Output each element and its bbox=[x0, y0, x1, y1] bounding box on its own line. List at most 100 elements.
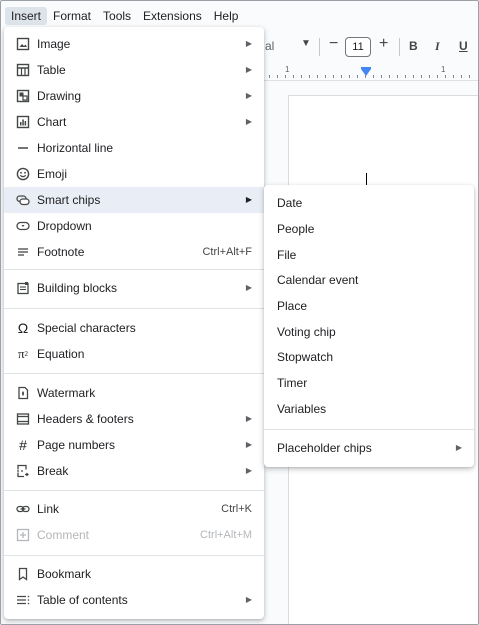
menu-help[interactable]: Help bbox=[208, 7, 245, 25]
menu-item-comment: Comment Ctrl+Alt+M bbox=[4, 522, 264, 548]
submenu-item-date[interactable]: Date bbox=[264, 190, 474, 216]
menu-item-label: Table of contents bbox=[37, 593, 128, 607]
menu-item-bookmark[interactable]: Bookmark bbox=[4, 561, 264, 587]
app-window: Insert Format Tools Extensions Help al ▼… bbox=[0, 0, 479, 625]
menu-item-special-characters[interactable]: Ω Special characters bbox=[4, 315, 264, 341]
ruler-tick bbox=[301, 75, 302, 78]
submenu-item-label: Timer bbox=[277, 376, 308, 390]
menu-item-label: Special characters bbox=[37, 321, 136, 335]
toolbar-divider bbox=[319, 38, 320, 56]
menu-item-page-numbers[interactable]: # Page numbers ▶ bbox=[4, 432, 264, 458]
menu-item-table-of-contents[interactable]: Table of contents ▶ bbox=[4, 587, 264, 613]
submenu-arrow-icon: ▶ bbox=[245, 440, 252, 449]
menu-item-watermark[interactable]: Watermark bbox=[4, 380, 264, 406]
menu-item-equation[interactable]: π2 Equation bbox=[4, 341, 264, 367]
ruler-label: 1 bbox=[441, 65, 446, 74]
omega-icon: Ω bbox=[17, 320, 29, 336]
submenu-item-label: Stopwatch bbox=[277, 350, 334, 364]
bookmark-icon bbox=[15, 566, 31, 582]
menu-item-label: Building blocks bbox=[37, 281, 118, 295]
menu-item-break[interactable]: Break ▶ bbox=[4, 458, 264, 484]
ruler-tick bbox=[397, 75, 398, 78]
menu-item-dropdown[interactable]: Dropdown bbox=[4, 213, 264, 239]
submenu-item-stopwatch[interactable]: Stopwatch bbox=[264, 344, 474, 370]
decrease-font-size-button[interactable]: − bbox=[329, 35, 338, 53]
submenu-item-label: Place bbox=[277, 299, 308, 313]
font-size-input[interactable]: 11 bbox=[345, 37, 371, 57]
menu-item-label: Table bbox=[37, 63, 66, 77]
ruler-tick bbox=[341, 75, 342, 78]
menu-item-emoji[interactable]: Emoji bbox=[4, 161, 264, 187]
submenu-arrow-icon: ▶ bbox=[245, 117, 252, 126]
submenu-item-people[interactable]: People bbox=[264, 216, 474, 242]
italic-button[interactable]: I bbox=[435, 39, 440, 54]
menu-separator bbox=[4, 555, 264, 556]
chevron-down-icon[interactable]: ▼ bbox=[301, 38, 311, 49]
menu-item-smart-chips[interactable]: Smart chips ▶ bbox=[4, 187, 264, 213]
break-icon bbox=[15, 463, 31, 479]
submenu-arrow-icon: ▶ bbox=[245, 195, 252, 204]
submenu-item-variables[interactable]: Variables bbox=[264, 396, 474, 422]
menu-insert[interactable]: Insert bbox=[5, 7, 48, 25]
menu-item-label: Headers & footers bbox=[37, 412, 134, 426]
menu-item-image[interactable]: Image ▶ bbox=[4, 31, 264, 57]
horizontal-line-icon bbox=[15, 140, 31, 156]
menu-item-shortcut: Ctrl+K bbox=[221, 503, 252, 515]
submenu-item-label: Calendar event bbox=[277, 273, 359, 287]
menu-item-label: Horizontal line bbox=[37, 141, 114, 155]
menu-item-label: Link bbox=[37, 502, 60, 516]
ruler-tick bbox=[293, 75, 294, 78]
ruler-tick bbox=[317, 75, 318, 78]
left-indent-marker[interactable] bbox=[361, 69, 371, 76]
ruler-tick bbox=[357, 75, 358, 78]
submenu-separator bbox=[264, 429, 474, 430]
watermark-icon bbox=[15, 385, 31, 401]
ruler-tick bbox=[269, 75, 270, 78]
ruler-tick bbox=[469, 75, 470, 78]
emoji-icon bbox=[15, 166, 31, 182]
increase-font-size-button[interactable]: + bbox=[379, 35, 388, 53]
submenu-arrow-icon: ▶ bbox=[245, 65, 252, 74]
menu-item-table[interactable]: Table ▶ bbox=[4, 57, 264, 83]
menu-item-horizontal-line[interactable]: Horizontal line bbox=[4, 135, 264, 161]
menu-separator bbox=[4, 269, 264, 270]
submenu-item-voting-chip[interactable]: Voting chip bbox=[264, 319, 474, 345]
menu-item-building-blocks[interactable]: Building blocks ▶ bbox=[4, 275, 264, 301]
submenu-item-placeholder-chips[interactable]: Placeholder chips ▶ bbox=[264, 435, 474, 461]
hash-icon: # bbox=[19, 437, 27, 453]
underline-button[interactable]: U bbox=[459, 39, 468, 53]
submenu-item-label: Date bbox=[277, 196, 303, 210]
ruler-label: 1 bbox=[285, 65, 290, 74]
menu-item-label: Dropdown bbox=[37, 219, 92, 233]
comment-icon bbox=[15, 527, 31, 543]
submenu-item-label: Placeholder chips bbox=[277, 441, 372, 455]
menu-extensions[interactable]: Extensions bbox=[137, 7, 208, 25]
menu-item-label: Image bbox=[37, 37, 71, 51]
menu-item-drawing[interactable]: Drawing ▶ bbox=[4, 83, 264, 109]
ruler-tick bbox=[461, 75, 462, 78]
submenu-item-place[interactable]: Place bbox=[264, 293, 474, 319]
ruler-tick bbox=[325, 75, 326, 78]
drawing-icon bbox=[15, 88, 31, 104]
menu-item-footnote[interactable]: Footnote Ctrl+Alt+F bbox=[4, 239, 264, 265]
font-name-dropdown[interactable]: al bbox=[265, 39, 274, 53]
menu-item-shortcut: Ctrl+Alt+F bbox=[202, 246, 252, 258]
submenu-item-label: Variables bbox=[277, 402, 327, 416]
bold-button[interactable]: B bbox=[409, 39, 418, 53]
toolbar-divider bbox=[399, 38, 400, 56]
menu-item-label: Break bbox=[37, 464, 69, 478]
submenu-item-calendar-event[interactable]: Calendar event bbox=[264, 267, 474, 293]
menu-item-headers-footers[interactable]: Headers & footers ▶ bbox=[4, 406, 264, 432]
image-icon bbox=[15, 36, 31, 52]
menu-item-link[interactable]: Link Ctrl+K bbox=[4, 496, 264, 522]
menu-item-label: Chart bbox=[37, 115, 67, 129]
menu-format[interactable]: Format bbox=[47, 7, 97, 25]
menu-item-label: Bookmark bbox=[37, 567, 92, 581]
submenu-arrow-icon: ▶ bbox=[245, 39, 252, 48]
menu-item-label: Comment bbox=[37, 528, 90, 542]
submenu-item-label: People bbox=[277, 222, 315, 236]
menu-item-chart[interactable]: Chart ▶ bbox=[4, 109, 264, 135]
menu-tools[interactable]: Tools bbox=[97, 7, 137, 25]
submenu-item-timer[interactable]: Timer bbox=[264, 370, 474, 396]
submenu-item-file[interactable]: File bbox=[264, 242, 474, 268]
